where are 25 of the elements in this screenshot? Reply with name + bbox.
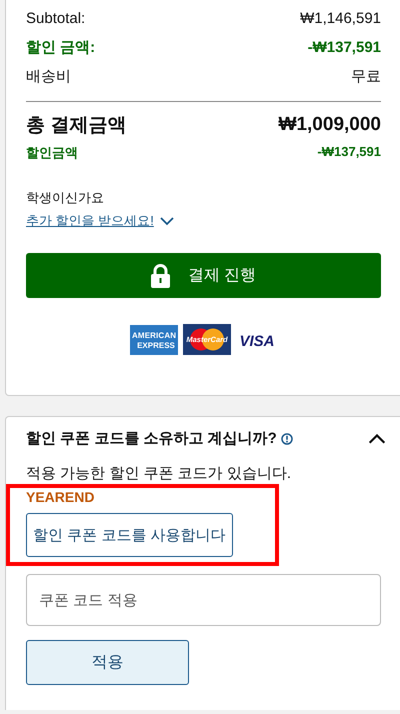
visa-logo: VISA <box>236 324 278 354</box>
lock-icon <box>150 264 170 288</box>
info-icon[interactable] <box>280 432 293 444</box>
amex-logo: AMERICAN EXPRESS <box>130 324 178 354</box>
apply-button[interactable]: 적용 <box>26 640 189 685</box>
summary-value: 무료 <box>351 67 381 86</box>
summary-value: -₩137,591 <box>308 39 381 56</box>
summary-label: 배송비 <box>26 67 71 86</box>
coupon-input-field[interactable]: 쿠폰 코드 적용 <box>26 574 381 626</box>
savings-value: -₩137,591 <box>317 144 381 161</box>
chevron-icon[interactable] <box>160 216 174 226</box>
summary-label: Subtotal: <box>26 10 86 27</box>
total-label: 총 결제금액 <box>26 114 126 138</box>
summary-label: 할인 금액: <box>26 38 96 57</box>
total-value: ₩1,009,000 <box>278 114 381 136</box>
student-question: 학생이신가요 <box>26 189 105 207</box>
coupon-code: YEAREND <box>26 489 96 505</box>
savings-label: 할인금액 <box>26 144 78 162</box>
checkout-button[interactable]: 결제 진행 <box>26 253 381 298</box>
summary-value: ₩1,146,591 <box>300 10 381 27</box>
chevron-icon[interactable] <box>368 433 386 444</box>
use-coupon-button[interactable]: 할인 쿠폰 코드를 사용합니다 <box>26 513 233 557</box>
coupon-notice: 적용 가능한 할인 쿠폰 코드가 있습니다. <box>26 464 292 483</box>
coupon-heading: 할인 쿠폰 코드를 소유하고 계십니까? <box>26 429 277 448</box>
student-discount-link[interactable]: 추가 할인을 받으세요! <box>26 212 154 230</box>
